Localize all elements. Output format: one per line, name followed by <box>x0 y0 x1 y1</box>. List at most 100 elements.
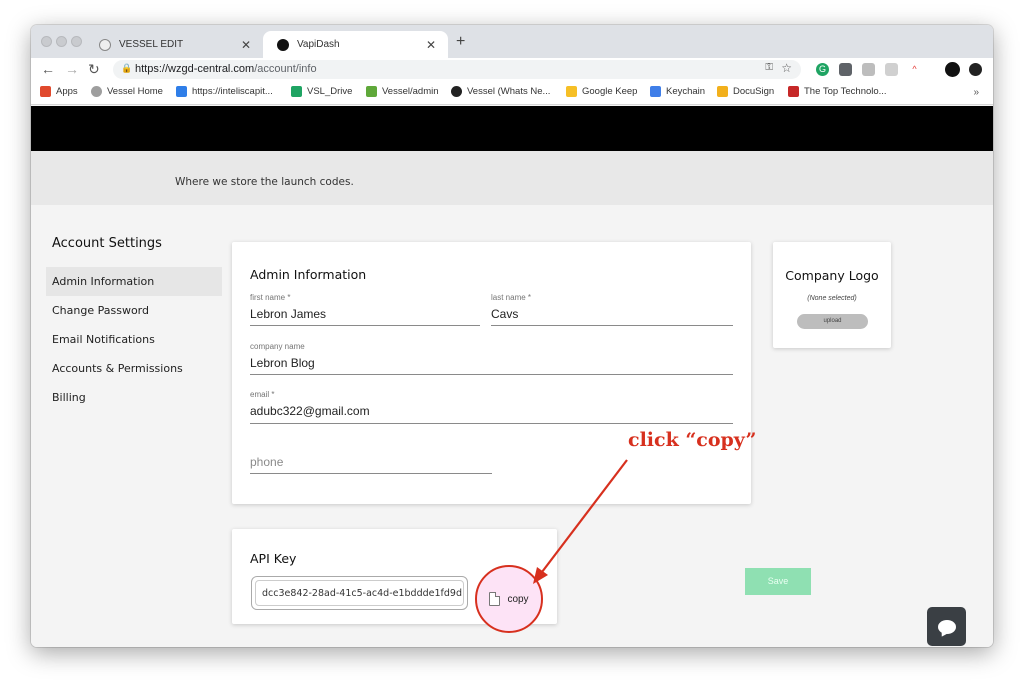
browser-window: VESSEL EDIT ✕ VapiDash ✕ + ← → ↻ 🔒 https… <box>31 25 993 647</box>
sidebar-title: Account Settings <box>52 236 162 251</box>
sidebar-item-email-notifications[interactable]: Email Notifications <box>46 325 222 354</box>
globe-icon <box>91 86 102 97</box>
menu-icon[interactable] <box>969 63 982 76</box>
first-name-field[interactable]: first name * Lebron James <box>250 293 480 326</box>
email-field[interactable]: email * adubc322@gmail.com <box>250 390 733 424</box>
tab-vessel-edit[interactable]: VESSEL EDIT ✕ <box>85 31 263 58</box>
grammarly-icon[interactable]: G <box>816 63 829 76</box>
bookmark-label: The Top Technolo... <box>804 86 887 97</box>
card-title: API Key <box>250 551 297 566</box>
phone-field[interactable]: phone <box>250 443 492 474</box>
bookmark-label: https://inteliscapit... <box>192 86 273 97</box>
company-logo-card: Company Logo (None selected) upload <box>773 242 891 348</box>
url-text: https://wzgd-central.com/account/info <box>135 63 317 75</box>
subheader-banner: Where we store the launch codes. <box>31 151 993 205</box>
copy-button[interactable]: copy <box>475 565 543 633</box>
field-value: Cavs <box>491 307 519 321</box>
field-value: Lebron Blog <box>250 356 315 370</box>
extension-icon[interactable] <box>839 63 852 76</box>
field-value: Lebron James <box>250 307 327 321</box>
api-key-field[interactable]: dcc3e842-28ad-41c5-ac4d-e1bddde1fd9d <box>251 576 468 610</box>
url-host: https://wzgd-central.com <box>135 63 255 75</box>
window-close-dot[interactable] <box>41 36 52 47</box>
bookmark-inteliscapital[interactable]: https://inteliscapit... <box>176 86 273 97</box>
bookmark-label: VSL_Drive <box>307 86 353 97</box>
key-icon[interactable]: ⚿ <box>765 62 773 73</box>
card-title: Company Logo <box>785 268 879 283</box>
tab-bar: VESSEL EDIT ✕ VapiDash ✕ + <box>31 25 993 58</box>
sidebar-item-accounts-permissions[interactable]: Accounts & Permissions <box>46 354 222 383</box>
sidebar-item-admin-information[interactable]: Admin Information <box>46 267 222 296</box>
docusign-icon <box>717 86 728 97</box>
chat-bubble-icon <box>937 619 956 634</box>
site-favicon-icon <box>451 86 462 97</box>
bookmark-label: Vessel/admin <box>382 86 439 97</box>
bookmark-apps[interactable]: Apps <box>40 86 78 97</box>
bookmark-label: Vessel (Whats Ne... <box>467 86 551 97</box>
copy-label: copy <box>507 593 529 605</box>
bookmark-top-technology[interactable]: The Top Technolo... <box>788 86 887 97</box>
annotation-text: click “copy” <box>628 429 757 451</box>
bookmarks-bar: Apps Vessel Home https://inteliscapit...… <box>31 81 993 105</box>
window-zoom-dot[interactable] <box>71 36 82 47</box>
reload-icon[interactable]: ↻ <box>88 61 100 78</box>
bookmark-vessel-whats-new[interactable]: Vessel (Whats Ne... <box>451 86 550 97</box>
bookmarks-overflow-button[interactable]: » <box>973 87 979 98</box>
bookmark-vessel-admin[interactable]: Vessel/admin <box>366 86 439 97</box>
tab-vapidash[interactable]: VapiDash ✕ <box>263 31 448 58</box>
tab-title: VESSEL EDIT <box>119 39 184 50</box>
shopify-icon <box>366 86 377 97</box>
bookmark-google-keep[interactable]: Google Keep <box>566 86 637 97</box>
extension-icon[interactable]: ^ <box>908 63 921 76</box>
chat-button[interactable] <box>927 607 966 646</box>
field-label: first name * <box>250 293 291 302</box>
bookmark-icon <box>176 86 187 97</box>
close-icon[interactable]: ✕ <box>241 38 251 52</box>
company-name-field[interactable]: company name Lebron Blog <box>250 342 733 375</box>
upload-button[interactable]: upload <box>797 314 868 329</box>
new-tab-button[interactable]: + <box>456 33 465 51</box>
back-arrow-icon[interactable]: ← <box>41 61 55 77</box>
admin-information-card: Admin Information first name * Lebron Ja… <box>232 242 751 504</box>
sidebar-item-billing[interactable]: Billing <box>46 383 222 412</box>
extension-icon[interactable] <box>885 63 898 76</box>
page-tagline: Where we store the launch codes. <box>175 176 354 188</box>
bookmark-vsl-drive[interactable]: VSL_Drive <box>291 86 352 97</box>
bookmark-label: Apps <box>56 86 78 97</box>
drive-icon <box>291 86 302 97</box>
profile-avatar[interactable] <box>945 62 960 77</box>
card-title: Admin Information <box>250 267 367 282</box>
forward-arrow-icon[interactable]: → <box>65 61 79 77</box>
bookmark-label: Vessel Home <box>107 86 163 97</box>
bookmark-label: Keychain <box>666 86 706 97</box>
bookmark-docusign[interactable]: DocuSign <box>717 86 774 97</box>
site-favicon-icon <box>788 86 799 97</box>
extension-icon[interactable] <box>862 63 875 76</box>
apps-grid-icon <box>40 86 51 97</box>
bookmark-label: DocuSign <box>733 86 775 97</box>
copy-icon <box>489 592 501 606</box>
keep-icon <box>566 86 577 97</box>
field-placeholder: phone <box>250 455 284 469</box>
tab-title: VapiDash <box>297 39 340 50</box>
toolbar: ← → ↻ 🔒 https://wzgd-central.com/account… <box>31 58 993 81</box>
bookmark-label: Google Keep <box>582 86 638 97</box>
last-name-field[interactable]: last name * Cavs <box>491 293 733 326</box>
star-icon[interactable]: ☆ <box>781 61 792 75</box>
field-label: email * <box>250 390 275 399</box>
field-label: last name * <box>491 293 532 302</box>
save-button[interactable]: Save <box>745 568 811 595</box>
bookmark-vessel-home[interactable]: Vessel Home <box>91 86 163 97</box>
field-label: company name <box>250 342 305 351</box>
api-key-value: dcc3e842-28ad-41c5-ac4d-e1bddde1fd9d <box>255 580 464 606</box>
globe-icon <box>99 38 111 51</box>
close-icon[interactable]: ✕ <box>426 38 436 52</box>
lock-icon: 🔒 <box>121 63 133 73</box>
header-banner <box>31 106 993 151</box>
sidebar-item-change-password[interactable]: Change Password <box>46 296 222 325</box>
url-path: /account/info <box>254 63 317 75</box>
address-bar[interactable]: 🔒 https://wzgd-central.com/account/info … <box>113 60 801 79</box>
document-icon <box>650 86 661 97</box>
bookmark-keychain[interactable]: Keychain <box>650 86 705 97</box>
window-minimize-dot[interactable] <box>56 36 67 47</box>
